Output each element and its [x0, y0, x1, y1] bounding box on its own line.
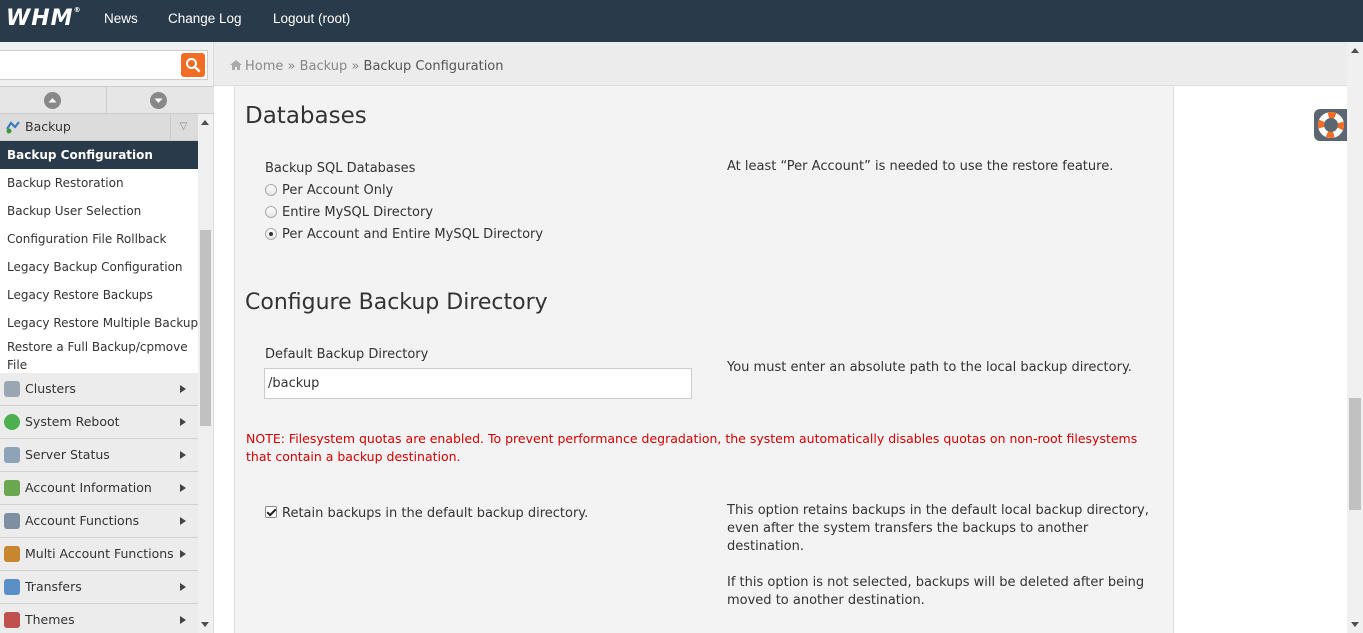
configure-backup-directory-heading: Configure Backup Directory: [245, 290, 548, 315]
logo-text: WHM: [6, 6, 74, 31]
breadcrumb-current: Backup Configuration: [363, 59, 504, 74]
radio-button[interactable]: [265, 184, 277, 196]
scroll-up-icon[interactable]: [201, 120, 209, 125]
expand-all-button[interactable]: [107, 87, 214, 113]
sidebar-scroll-thumb[interactable]: [200, 230, 211, 426]
category-label: Backup: [25, 119, 71, 134]
multi-account-functions-icon: [4, 546, 20, 562]
reboot-icon: [4, 414, 20, 430]
chevron-down-icon: [150, 92, 167, 109]
nav-logout[interactable]: Logout (root): [273, 0, 350, 42]
category-label: Server Status: [25, 447, 110, 462]
sidebar-scrollbar[interactable]: [198, 114, 213, 633]
collapse-all-button[interactable]: [0, 87, 107, 113]
home-icon: [230, 60, 242, 70]
chevron-up-icon: [44, 92, 61, 109]
breadcrumb-home[interactable]: Home: [245, 59, 283, 74]
sidebar-item-legacy-restore-backups[interactable]: Legacy Restore Backups: [0, 281, 198, 309]
clusters-icon: [4, 381, 20, 397]
chevron-right-icon: [180, 550, 186, 558]
themes-icon: [4, 612, 20, 628]
account-information-icon: [4, 480, 20, 496]
sidebar-item-backup-configuration[interactable]: Backup Configuration: [0, 141, 198, 169]
breadcrumb-backup[interactable]: Backup: [300, 59, 348, 74]
breadcrumb: Home » Backup » Backup Configuration: [230, 59, 504, 74]
category-label: Multi Account Functions: [25, 546, 174, 561]
top-navbar: WHM® News Change Log Logout (root): [0, 0, 1363, 42]
sidebar-category-account-information[interactable]: Account Information: [0, 472, 198, 505]
sidebar-item-legacy-backup-configuration[interactable]: Legacy Backup Configuration: [0, 253, 198, 281]
scroll-down-icon[interactable]: [1351, 622, 1359, 627]
chevron-right-icon: [180, 583, 186, 591]
page-scroll-thumb[interactable]: [1349, 398, 1361, 510]
breadcrumb-bar: Home » Backup » Backup Configuration: [214, 42, 1363, 86]
radio-button[interactable]: [265, 228, 277, 240]
breadcrumb-separator: »: [287, 59, 296, 74]
search-button[interactable]: [181, 53, 205, 77]
directory-help-text: You must enter an absolute path to the l…: [727, 360, 1132, 375]
sidebar-item-restore-full-backup[interactable]: Restore a Full Backup/cpmove File: [0, 337, 198, 373]
sidebar-item-backup-user-selection[interactable]: Backup User Selection: [0, 197, 198, 225]
radio-label: Entire MySQL Directory: [282, 205, 434, 220]
radio-label: Per Account Only: [282, 183, 394, 198]
nav-change-log[interactable]: Change Log: [168, 0, 242, 42]
collapse-bar: [0, 86, 214, 114]
category-label: Clusters: [25, 381, 76, 396]
retain-backups-checkbox[interactable]: [265, 506, 277, 518]
chevron-down-icon[interactable]: ▽: [170, 114, 196, 140]
scroll-up-icon[interactable]: [1351, 48, 1359, 53]
retain-backups-label[interactable]: Retain backups in the default backup dir…: [282, 506, 588, 521]
sidebar-category-system-reboot[interactable]: System Reboot: [0, 406, 198, 439]
sidebar-menu: Backup ▽ Backup Configuration Backup Res…: [0, 114, 198, 633]
backup-sql-databases-label: Backup SQL Databases: [265, 161, 416, 176]
chevron-right-icon: [180, 418, 186, 426]
chevron-right-icon: [180, 517, 186, 525]
category-label: Themes: [25, 612, 75, 627]
category-label: Account Functions: [25, 513, 140, 528]
quota-note: NOTE: Filesystem quotas are enabled. To …: [246, 431, 1138, 464]
databases-heading: Databases: [245, 103, 367, 129]
retain-help-text: This option retains backups in the defau…: [727, 503, 1149, 554]
scroll-down-icon[interactable]: [201, 622, 209, 627]
sidebar-item-backup-restoration[interactable]: Backup Restoration: [0, 169, 198, 197]
chevron-right-icon: [180, 451, 186, 459]
search-icon: [186, 58, 201, 73]
default-backup-directory-label: Default Backup Directory: [265, 347, 429, 362]
sidebar-search-input[interactable]: [0, 50, 208, 80]
chevron-right-icon: [180, 484, 186, 492]
radio-button[interactable]: [265, 206, 277, 218]
sidebar-category-server-status[interactable]: Server Status: [0, 439, 198, 472]
breadcrumb-separator: »: [351, 59, 360, 74]
category-label: Transfers: [25, 579, 82, 594]
page-scrollbar[interactable]: [1347, 42, 1363, 633]
sidebar-category-themes[interactable]: Themes: [0, 604, 198, 633]
category-label: System Reboot: [25, 414, 120, 429]
server-status-icon: [4, 447, 20, 463]
sidebar-category-multi-account-functions[interactable]: Multi Account Functions: [0, 538, 198, 571]
backup-icon: [6, 121, 20, 134]
radio-label: Per Account and Entire MySQL Directory: [282, 227, 544, 242]
sidebar-item-configuration-file-rollback[interactable]: Configuration File Rollback: [0, 225, 198, 253]
right-gutter: [1174, 86, 1347, 633]
sidebar-category-backup[interactable]: Backup ▽: [0, 114, 198, 141]
chevron-right-icon: [180, 616, 186, 624]
help-button[interactable]: [1314, 109, 1350, 141]
main-content: Databases Backup SQL Databases Per Accou…: [234, 86, 1174, 633]
category-label: Account Information: [25, 480, 152, 495]
nav-news[interactable]: News: [104, 0, 138, 42]
sidebar-category-transfers[interactable]: Transfers: [0, 571, 198, 604]
sidebar-category-account-functions[interactable]: Account Functions: [0, 505, 198, 538]
transfers-icon: [4, 579, 20, 595]
account-functions-icon: [4, 513, 20, 529]
sidebar-item-legacy-restore-multiple-backups[interactable]: Legacy Restore Multiple Backups: [0, 309, 198, 337]
sidebar-category-clusters[interactable]: Clusters: [0, 373, 198, 406]
whm-logo[interactable]: WHM®: [6, 6, 82, 31]
databases-help-text: At least “Per Account” is needed to use …: [727, 159, 1114, 174]
lifebuoy-icon: [1318, 112, 1344, 138]
retain-help-text-2: If this option is not selected, backups …: [727, 575, 1145, 608]
default-backup-directory-input[interactable]: [264, 368, 692, 399]
chevron-right-icon: [180, 385, 186, 393]
sidebar: Backup ▽ Backup Configuration Backup Res…: [0, 42, 214, 633]
